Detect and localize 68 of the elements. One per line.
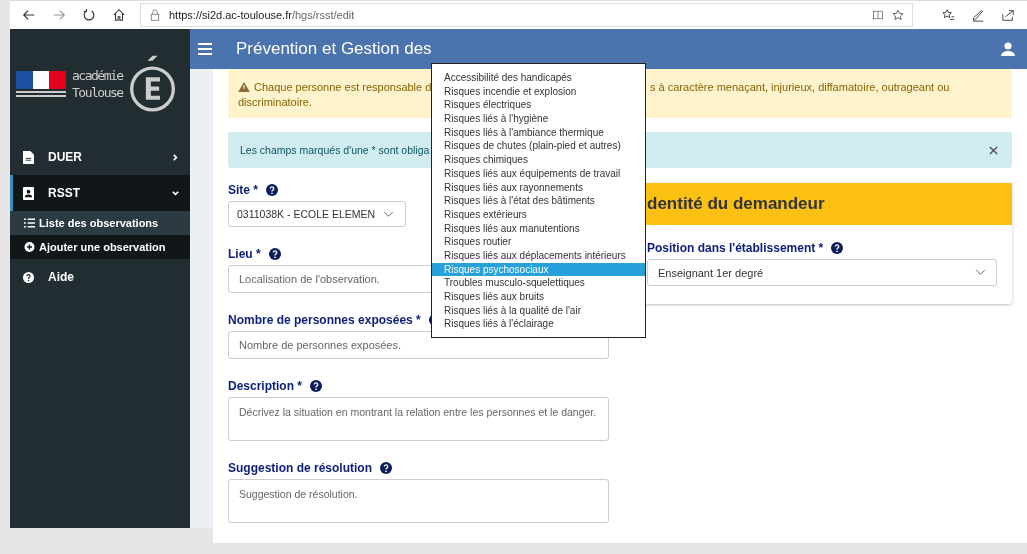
warning-text: discriminatoire. bbox=[238, 96, 312, 108]
dropdown-option[interactable]: Risques liés aux manutentions bbox=[432, 221, 645, 236]
help-icon[interactable] bbox=[310, 380, 322, 392]
back-icon[interactable] bbox=[22, 8, 36, 22]
reload-icon[interactable] bbox=[82, 8, 96, 22]
sidebar-item[interactable]: Aide bbox=[10, 259, 190, 295]
dropdown-option[interactable]: Risques liés aux déplacements intérieurs bbox=[432, 248, 645, 263]
reading-view-icon[interactable] bbox=[872, 9, 884, 21]
flag-logo-icon bbox=[16, 71, 66, 97]
pen-icon[interactable] bbox=[971, 8, 985, 22]
dropdown-option[interactable]: Risques liés à l'état des bâtiments bbox=[432, 194, 645, 208]
site-select[interactable]: 0311038K - ECOLE ELEMEN bbox=[228, 201, 406, 227]
submenu-item[interactable]: Ajouter une observation bbox=[10, 235, 190, 259]
text-area[interactable]: Suggestion de résolution. bbox=[228, 479, 609, 523]
address-bar[interactable]: https://si2d.ac-toulouse.fr/hgs/rsst/edit bbox=[140, 3, 913, 27]
help-icon[interactable] bbox=[380, 462, 392, 474]
submenu-item[interactable]: Liste des observations bbox=[10, 211, 190, 235]
dropdown-option[interactable]: Risques liés aux équipements de travail bbox=[432, 166, 645, 181]
forward-icon[interactable] bbox=[52, 8, 66, 22]
help-icon[interactable] bbox=[831, 242, 844, 254]
field-label: Suggestion de résolution bbox=[228, 461, 372, 475]
info-text: Les champs marqués d'une * sont obliga bbox=[240, 144, 430, 156]
plus-circle-icon bbox=[24, 242, 35, 252]
close-icon[interactable] bbox=[989, 145, 998, 155]
dropdown-option[interactable]: Risques liés à l'hygiène bbox=[432, 112, 645, 126]
position-select[interactable]: Enseignant 1er degré bbox=[647, 259, 997, 286]
file-icon bbox=[23, 150, 34, 164]
warning-icon bbox=[238, 82, 250, 92]
home-icon[interactable] bbox=[112, 8, 126, 22]
help-icon[interactable] bbox=[268, 248, 281, 260]
dropdown-option[interactable]: Risques liés à l'éclairage bbox=[432, 317, 645, 332]
chevron-down-icon bbox=[383, 210, 395, 218]
list-icon bbox=[24, 218, 35, 228]
sidebar-item[interactable]: RSST bbox=[10, 175, 190, 211]
dropdown-option[interactable]: Risques de chutes (plain-pied et autres) bbox=[432, 139, 645, 154]
card-title: dentité du demandeur bbox=[647, 194, 825, 214]
dropdown-option[interactable]: Risques liés à la qualité de l'air bbox=[432, 303, 645, 318]
share-icon[interactable] bbox=[1001, 8, 1015, 22]
sidebar-item[interactable]: DUER bbox=[10, 139, 190, 175]
help-icon[interactable] bbox=[266, 184, 278, 196]
dropdown-option[interactable]: Risques chimiques bbox=[432, 153, 645, 167]
field-label: Description * bbox=[228, 379, 302, 393]
field-label: Lieu * bbox=[228, 247, 261, 261]
field-label: Position dans l'établissement * bbox=[647, 241, 824, 255]
dropdown-option[interactable]: Risques extérieurs bbox=[432, 207, 645, 222]
warning-text: Chaque personne est responsable d bbox=[254, 81, 432, 93]
star-icon[interactable] bbox=[892, 9, 904, 21]
help-icon bbox=[23, 270, 34, 284]
dropdown-option[interactable]: Risques liés aux rayonnements bbox=[432, 180, 645, 195]
warning-text: s à caractère menaçant, injurieux, diffamatoire, outrageant ou bbox=[650, 81, 950, 93]
user-icon[interactable] bbox=[1001, 42, 1015, 56]
logo-text: Toulouse bbox=[72, 84, 123, 101]
dropdown-option[interactable]: Risques incendie et explosion bbox=[432, 84, 645, 99]
menu-icon[interactable] bbox=[198, 43, 212, 55]
favorites-icon[interactable] bbox=[941, 8, 955, 22]
dropdown-option[interactable]: Risques liés aux bruits bbox=[432, 290, 645, 304]
field-label: Nombre de personnes exposées * bbox=[228, 313, 421, 327]
dropdown-option[interactable]: Accessibilité des handicapés bbox=[432, 71, 645, 85]
lock-icon bbox=[149, 9, 161, 21]
text-area[interactable]: Décrivez la situation en montrant la relation entre les personnes et le danger. bbox=[228, 397, 609, 441]
dropdown-option[interactable]: Risques liés à l'ambiance thermique bbox=[432, 125, 645, 140]
id-card-icon bbox=[23, 186, 34, 200]
app-title: Prévention et Gestion des bbox=[236, 39, 432, 59]
dropdown-option[interactable]: Risques électriques bbox=[432, 98, 645, 113]
chevron-down-icon bbox=[975, 269, 986, 276]
field-label: Site * bbox=[228, 183, 258, 197]
logo-text: académie bbox=[72, 67, 123, 84]
dropdown-option[interactable]: Risques routier bbox=[432, 235, 645, 249]
